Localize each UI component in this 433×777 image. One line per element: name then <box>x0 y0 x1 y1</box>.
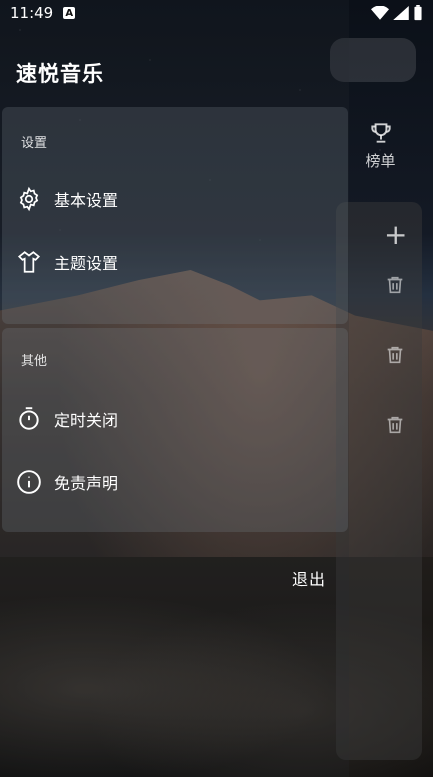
gear-icon <box>19 186 39 212</box>
logout-button[interactable]: 退出 <box>292 566 326 590</box>
battery-icon <box>414 5 422 21</box>
wifi-icon <box>371 6 389 20</box>
shirt-icon <box>17 251 41 273</box>
add-icon[interactable]: + <box>384 218 407 251</box>
menu-item-label: 免责声明 <box>54 474 119 493</box>
settings-section-header: 设置 <box>21 136 48 151</box>
navigation-drawer: 速悦音乐 设置 基本设置 主题设置 其他 定时关闭 免责声明 退出 <box>0 0 349 777</box>
other-section: 其他 定时关闭 免责声明 <box>2 328 348 532</box>
status-time: 11:49 <box>10 4 54 22</box>
menu-item-label: 主题设置 <box>54 254 119 273</box>
signal-icon <box>393 6 409 20</box>
settings-section: 设置 基本设置 主题设置 <box>2 107 348 324</box>
stopwatch-icon <box>19 407 39 430</box>
trash-icon[interactable] <box>384 274 406 296</box>
app-title: 速悦音乐 <box>16 62 104 86</box>
rank-tab[interactable]: 榜单 <box>358 120 403 171</box>
trophy-icon <box>370 123 391 143</box>
menu-item-label: 基本设置 <box>54 191 119 210</box>
menu-item-sleep-timer[interactable]: 定时关闭 <box>16 404 118 434</box>
notification-a-icon: A <box>63 7 76 19</box>
info-icon <box>17 470 41 494</box>
status-bar: 11:49 A <box>0 0 433 26</box>
menu-item-basic-settings[interactable]: 基本设置 <box>16 184 118 214</box>
rank-label: 榜单 <box>365 152 396 170</box>
menu-item-theme-settings[interactable]: 主题设置 <box>16 247 118 277</box>
menu-item-disclaimer[interactable]: 免责声明 <box>16 467 118 497</box>
other-section-header: 其他 <box>21 354 48 369</box>
trash-icon[interactable] <box>384 344 406 366</box>
menu-item-label: 定时关闭 <box>54 411 119 430</box>
trash-icon[interactable] <box>384 414 406 436</box>
